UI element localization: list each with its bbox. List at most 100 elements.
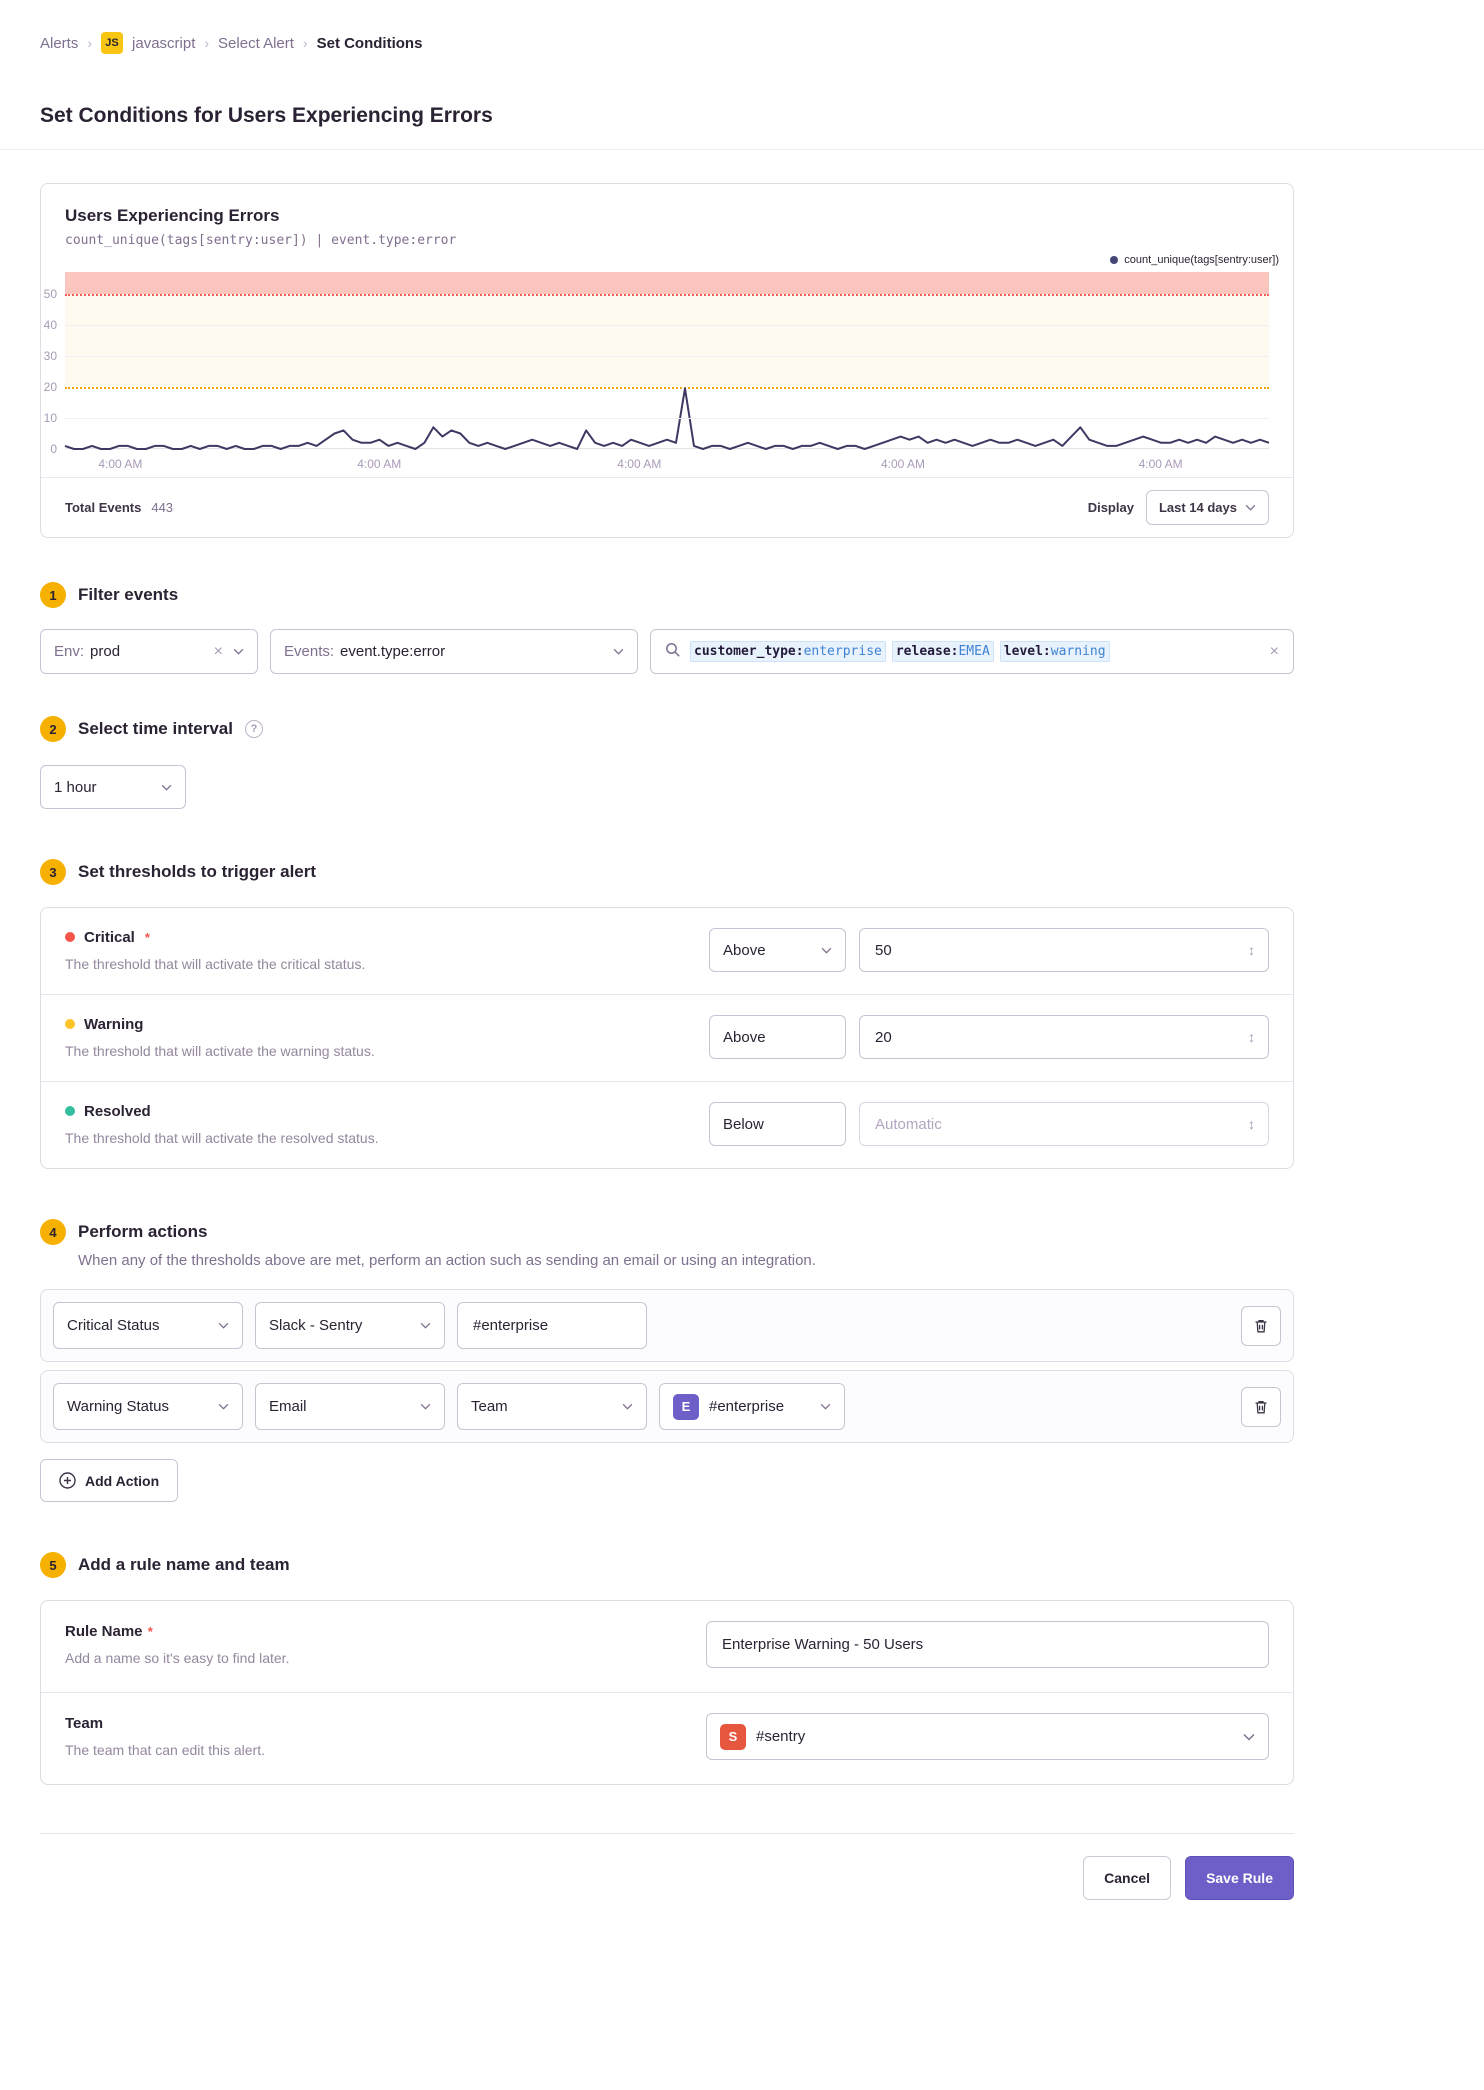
- action-integration-select[interactable]: Slack - Sentry: [255, 1302, 445, 1349]
- action-team-select[interactable]: E #enterprise: [659, 1383, 845, 1430]
- warning-operator-select[interactable]: Above: [709, 1015, 846, 1059]
- action-target-type-value: Team: [471, 1398, 508, 1415]
- delete-action-button[interactable]: [1241, 1386, 1281, 1427]
- add-action-label: Add Action: [85, 1472, 160, 1489]
- search-token[interactable]: level:warning: [999, 641, 1110, 662]
- javascript-platform-icon: JS: [101, 32, 124, 54]
- legend-label: count_unique(tags[sentry:user]): [1124, 254, 1279, 266]
- search-tokens: customer_type:enterprise release:EMEA le…: [690, 641, 1261, 662]
- rule-panel: Rule Name * Add a name so it's easy to f…: [40, 1600, 1294, 1785]
- time-range-button[interactable]: Last 14 days: [1145, 490, 1269, 525]
- action-integration-select[interactable]: Email: [255, 1383, 445, 1430]
- critical-description: The threshold that will activate the cri…: [65, 955, 366, 972]
- resolved-operator-select[interactable]: Below: [709, 1102, 846, 1146]
- resolved-status-dot: [65, 1106, 75, 1116]
- time-interval-select[interactable]: 1 hour: [40, 765, 186, 809]
- environment-select[interactable]: Env: prod ×: [40, 629, 258, 674]
- chart-title: Users Experiencing Errors: [65, 206, 280, 225]
- critical-label: Critical: [84, 928, 135, 946]
- search-input[interactable]: customer_type:enterprise release:EMEA le…: [650, 629, 1294, 674]
- event-type-label: Events:: [284, 643, 335, 660]
- resolved-threshold-input-wrap: ↕: [859, 1102, 1269, 1146]
- resolved-threshold-input[interactable]: [873, 1114, 1248, 1134]
- x-axis-label: 4:00 AM: [617, 457, 662, 471]
- rule-name-input[interactable]: [720, 1635, 1255, 1654]
- action-channel-input[interactable]: [471, 1316, 633, 1335]
- clear-environment-icon[interactable]: ×: [214, 643, 223, 660]
- warning-threshold-input[interactable]: [873, 1027, 1248, 1047]
- time-interval-title: Select time interval: [78, 719, 233, 738]
- chevron-down-icon: [820, 1403, 831, 1410]
- breadcrumb: Alerts › JS javascript › Select Alert › …: [40, 0, 1294, 54]
- time-range-value: Last 14 days: [1158, 500, 1237, 515]
- action-channel-input-wrap: [457, 1302, 647, 1349]
- token-key: release:: [895, 644, 959, 659]
- required-asterisk: *: [147, 1624, 153, 1639]
- delete-action-button[interactable]: [1241, 1305, 1281, 1346]
- team-value: #sentry: [756, 1728, 806, 1745]
- rule-name-row: Rule Name * Add a name so it's easy to f…: [41, 1601, 1293, 1693]
- search-token[interactable]: release:EMEA: [891, 641, 994, 662]
- chevron-down-icon: [622, 1403, 633, 1410]
- critical-operator-select[interactable]: Above: [709, 928, 846, 972]
- stepper-icon[interactable]: ↕: [1248, 942, 1255, 958]
- chevron-down-icon: [1243, 1733, 1255, 1741]
- step-2-circle: 2: [40, 716, 66, 742]
- team-row: Team The team that can edit this alert. …: [41, 1693, 1293, 1784]
- chart-plot: 0 10 20 30 40 50: [44, 272, 1269, 456]
- chevron-down-icon: [233, 648, 244, 655]
- y-axis-label: 40: [43, 317, 57, 332]
- team-select[interactable]: S #sentry: [706, 1713, 1269, 1760]
- clear-search-icon[interactable]: ×: [1270, 643, 1279, 660]
- warning-threshold-input-wrap: ↕: [859, 1015, 1269, 1059]
- resolved-description: The threshold that will activate the res…: [65, 1129, 379, 1146]
- critical-operator-value: Above: [723, 941, 766, 959]
- token-value: warning: [1050, 644, 1106, 659]
- save-rule-button[interactable]: Save Rule: [1185, 1856, 1294, 1900]
- critical-threshold-row: Critical * The threshold that will activ…: [41, 908, 1293, 995]
- x-axis-label: 4:00 AM: [1138, 457, 1183, 471]
- event-type-value: event.type:error: [340, 643, 446, 660]
- stepper-icon[interactable]: ↕: [1248, 1116, 1255, 1132]
- breadcrumb-select-alert[interactable]: Select Alert: [218, 35, 294, 52]
- rule-name-label: Rule Name: [65, 1623, 143, 1640]
- action-row-warning: Warning Status Email Team E #enterprise: [40, 1370, 1294, 1443]
- x-axis: 4:00 AM 4:00 AM 4:00 AM 4:00 AM 4:00 AM: [65, 449, 1269, 477]
- action-integration-value: Email: [269, 1398, 307, 1415]
- header-divider: [0, 149, 1484, 150]
- token-key: customer_type:: [694, 644, 804, 659]
- action-status-select[interactable]: Warning Status: [53, 1383, 243, 1430]
- action-row-critical: Critical Status Slack - Sentry: [40, 1289, 1294, 1362]
- add-action-button[interactable]: Add Action: [40, 1459, 179, 1502]
- gridline: [65, 355, 1269, 357]
- stepper-icon[interactable]: ↕: [1248, 1029, 1255, 1045]
- rule-name-input-wrap: [706, 1621, 1269, 1668]
- help-icon[interactable]: ?: [244, 720, 263, 738]
- thresholds-title: Set thresholds to trigger alert: [78, 862, 317, 881]
- warning-label: Warning: [84, 1015, 144, 1033]
- perform-actions-title: Perform actions: [78, 1222, 208, 1241]
- y-axis-label: 0: [50, 442, 57, 456]
- chart-query: count_unique(tags[sentry:user]) | event.…: [65, 233, 457, 248]
- x-axis-label: 4:00 AM: [880, 457, 925, 471]
- breadcrumb-alerts[interactable]: Alerts: [40, 35, 78, 52]
- search-token[interactable]: customer_type:enterprise: [690, 641, 886, 662]
- environment-label: Env:: [54, 643, 85, 660]
- gridline: [65, 417, 1269, 419]
- cancel-button[interactable]: Cancel: [1083, 1856, 1172, 1900]
- trash-icon: [1255, 1319, 1267, 1332]
- action-target-type-select[interactable]: Team: [457, 1383, 647, 1430]
- environment-value: prod: [90, 643, 121, 660]
- breadcrumb-set-conditions: Set Conditions: [316, 34, 423, 52]
- required-asterisk: *: [144, 929, 150, 945]
- chart-line-svg: [65, 272, 1269, 449]
- chevron-down-icon: [161, 784, 172, 791]
- rule-name-description: Add a name so it's easy to find later.: [65, 1650, 290, 1666]
- breadcrumb-project[interactable]: javascript: [132, 35, 195, 52]
- critical-threshold-input[interactable]: [873, 940, 1248, 960]
- action-status-select[interactable]: Critical Status: [53, 1302, 243, 1349]
- team-description: The team that can edit this alert.: [65, 1742, 265, 1758]
- gridline: [65, 324, 1269, 326]
- event-type-select[interactable]: Events: event.type:error: [270, 629, 638, 674]
- team-label: Team: [65, 1715, 104, 1732]
